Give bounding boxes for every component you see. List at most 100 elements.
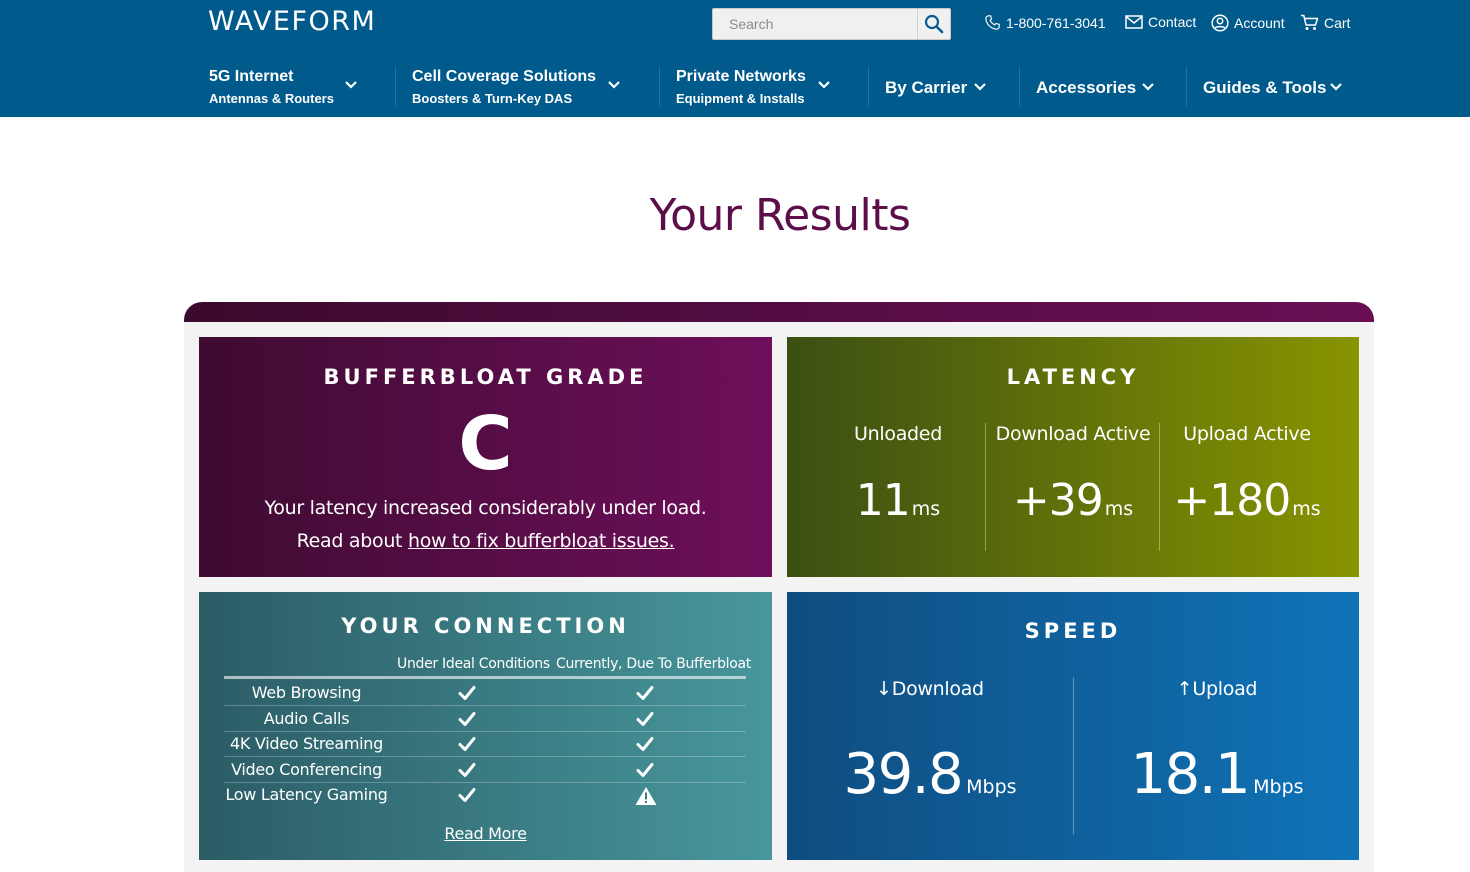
table-row: Low Latency Gaming (224, 782, 746, 807)
chevron-down-icon (1142, 83, 1154, 91)
upload-number: 18.1 (1130, 742, 1250, 807)
table-row: Video Conferencing (224, 757, 746, 782)
speed-card: SPEED ↓Download 39.8 Mbps ↑Upload 18.1 Mbp… (787, 592, 1359, 860)
nav-subtitle: Boosters & Turn-Key DAS (412, 91, 573, 106)
search-box (712, 8, 951, 40)
nav-divider (868, 66, 869, 106)
activity-label: Video Conferencing (231, 759, 382, 779)
nav-divider (395, 66, 396, 106)
contact-label: Contact (1148, 14, 1197, 30)
check-icon (457, 710, 477, 728)
chevron-down-icon (974, 83, 986, 91)
nav-item-by-carrier[interactable]: By Carrier (885, 66, 995, 112)
latency-download-active: Download Active +39 ms (986, 423, 1160, 551)
waveform-logo[interactable]: WAVEFORM (208, 6, 376, 37)
chevron-down-icon (345, 81, 357, 89)
latency-unloaded: Unloaded 11 ms (811, 423, 985, 551)
check-icon (457, 761, 477, 779)
site-header: WAVEFORM 1-800-761-3041 Contact Account (0, 0, 1470, 117)
upload-label: ↑Upload (1176, 678, 1258, 700)
account-label: Account (1234, 15, 1285, 31)
nav-divider (1186, 66, 1187, 106)
latency-number: +180 (1173, 475, 1291, 526)
latency-number: 11 (855, 475, 911, 526)
nav-item-5g-internet[interactable]: 5G Internet Antennas & Routers (209, 66, 369, 112)
latency-unit: ms (1292, 498, 1321, 520)
latency-number: +39 (1012, 475, 1104, 526)
search-icon (924, 14, 944, 34)
nav-subtitle: Antennas & Routers (209, 91, 334, 106)
phone-icon (985, 15, 1000, 30)
nav-title: Private Networks (676, 68, 806, 85)
contact-link[interactable]: Contact (1125, 14, 1196, 30)
nav-item-cell-coverage[interactable]: Cell Coverage Solutions Boosters & Turn-… (412, 66, 632, 112)
column-header-ideal: Under Ideal Conditions (397, 656, 550, 672)
cart-icon (1301, 14, 1319, 30)
latency-unit: ms (1104, 498, 1134, 520)
download-value: 39.8 Mbps (787, 742, 1073, 807)
table-row: Audio Calls (224, 706, 746, 731)
nav-title: By Carrier (885, 78, 968, 97)
nav-title: 5G Internet (209, 68, 294, 85)
fix-bufferbloat-link[interactable]: how to fix bufferbloat issues. (408, 530, 675, 552)
main-nav: 5G Internet Antennas & Routers Cell Cove… (0, 62, 1470, 112)
download-unit: Mbps (966, 776, 1017, 798)
column-header-current: Currently, Due To Bufferbloat (556, 656, 751, 672)
table-row: Web Browsing (224, 680, 746, 705)
activity-label: Audio Calls (263, 708, 350, 728)
connection-card: YOUR CONNECTION Under Ideal Conditions C… (199, 592, 772, 860)
table-row: 4K Video Streaming (224, 731, 746, 756)
cart-link[interactable]: Cart (1300, 14, 1350, 31)
grade-read-about-prefix: Read about (296, 530, 408, 552)
user-circle-icon (1211, 14, 1229, 32)
nav-title: Cell Coverage Solutions (412, 68, 597, 85)
check-icon (635, 761, 655, 779)
nav-title: Accessories (1036, 78, 1137, 97)
phone-number: 1-800-761-3041 (1006, 14, 1106, 31)
upload-unit: Mbps (1253, 776, 1304, 798)
upload-value: 18.1 Mbps (1074, 742, 1360, 807)
check-icon (635, 710, 655, 728)
nav-subtitle: Equipment & Installs (676, 91, 805, 106)
search-button[interactable] (917, 9, 950, 39)
results-header-bar (184, 302, 1374, 322)
nav-divider (659, 66, 660, 106)
latency-value: 11 ms (811, 475, 985, 526)
activity-label: 4K Video Streaming (230, 734, 383, 753)
check-icon (457, 786, 477, 804)
bufferbloat-grade-card: BUFFERBLOAT GRADE C Your latency increas… (199, 337, 772, 577)
check-icon (457, 735, 477, 753)
latency-value: +39 ms (986, 475, 1160, 526)
grade-card-title: BUFFERBLOAT GRADE (323, 365, 648, 389)
grade-letter: C (458, 401, 513, 487)
nav-divider (1019, 66, 1020, 106)
check-icon (635, 684, 655, 702)
connection-card-title: YOUR CONNECTION (341, 614, 630, 638)
latency-unit: ms (911, 498, 941, 520)
warning-icon (635, 786, 657, 805)
nav-item-accessories[interactable]: Accessories (1036, 66, 1166, 112)
check-icon (457, 684, 477, 702)
speed-card-title: SPEED (1024, 619, 1122, 643)
chevron-down-icon (818, 81, 830, 89)
download-label: ↓Download (876, 678, 984, 700)
latency-label: Download Active (995, 423, 1151, 445)
read-more-link[interactable]: Read More (199, 824, 772, 843)
chevron-down-icon (1330, 83, 1342, 91)
phone-link[interactable]: 1-800-761-3041 (984, 14, 1106, 31)
latency-upload-active: Upload Active +180 ms (1160, 423, 1334, 551)
download-number: 39.8 (843, 742, 963, 807)
check-icon (635, 735, 655, 753)
account-link[interactable]: Account (1211, 14, 1285, 32)
latency-value: +180 ms (1160, 475, 1334, 526)
grade-read-about: Read about how to fix bufferbloat issues… (199, 530, 772, 552)
grade-description: Your latency increased considerably unde… (264, 497, 707, 519)
search-input[interactable] (713, 9, 918, 39)
latency-label: Unloaded (854, 423, 942, 445)
nav-item-guides-tools[interactable]: Guides & Tools (1203, 66, 1353, 112)
nav-item-private-networks[interactable]: Private Networks Equipment & Installs (676, 66, 846, 112)
table-header-rule (224, 676, 746, 679)
activity-label: Web Browsing (251, 683, 362, 702)
latency-card: LATENCY Unloaded 11 ms Download Active +3… (787, 337, 1359, 577)
page-title: Your Results (649, 190, 911, 241)
